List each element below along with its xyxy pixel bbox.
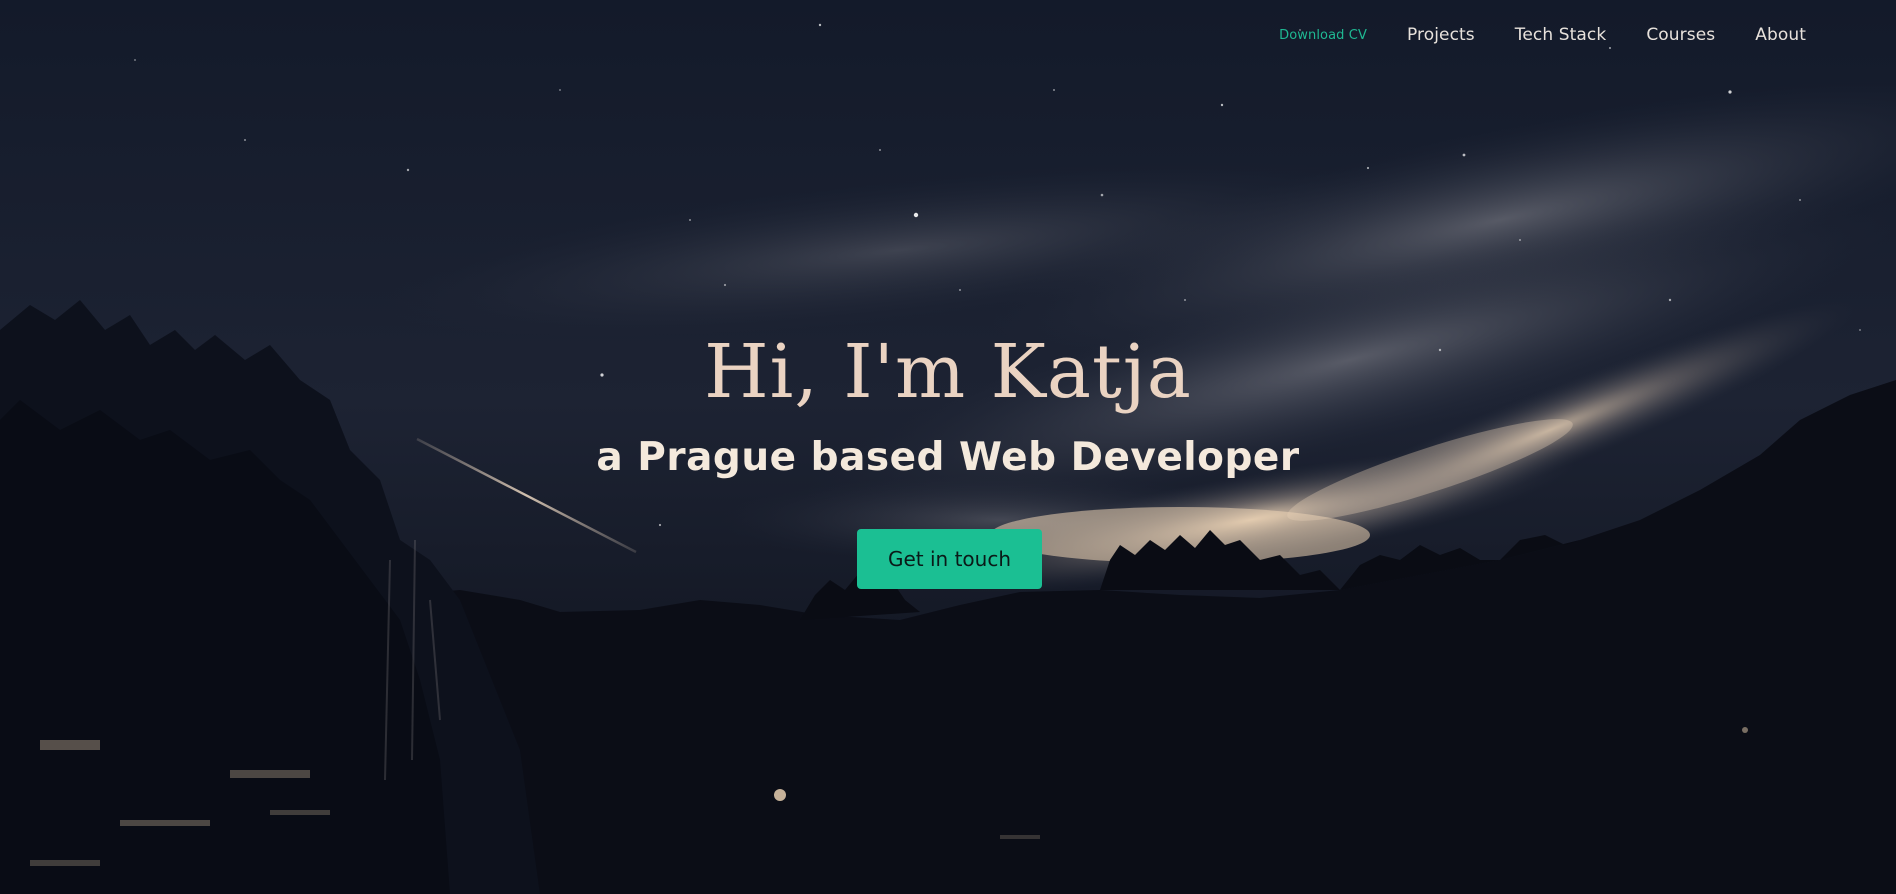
get-in-touch-button[interactable]: Get in touch: [857, 529, 1042, 589]
nav-link-courses[interactable]: Courses: [1646, 25, 1715, 45]
download-cv-link[interactable]: Download CV: [1279, 28, 1367, 43]
main-navigation: Download CV Projects Tech Stack Courses …: [1279, 0, 1896, 70]
hero-title: Hi, I'm Katja: [704, 329, 1192, 415]
nav-link-projects[interactable]: Projects: [1407, 25, 1475, 45]
nav-link-tech-stack[interactable]: Tech Stack: [1515, 25, 1607, 45]
nav-link-about[interactable]: About: [1755, 25, 1806, 45]
hero-section: Download CV Projects Tech Stack Courses …: [0, 0, 1896, 894]
hero-subtitle: a Prague based Web Developer: [596, 435, 1300, 480]
